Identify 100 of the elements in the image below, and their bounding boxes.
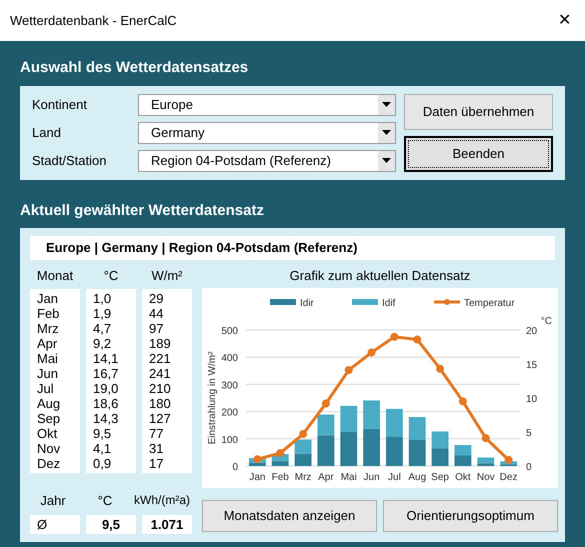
- window-title: Wetterdatenbank - EnerCalC: [10, 12, 177, 30]
- bar: [432, 431, 448, 448]
- dialog-button[interactable]: Orientierungsoptimum: [383, 500, 558, 532]
- summary-cell: 9,5: [86, 514, 136, 534]
- point: [504, 456, 513, 464]
- table-cell-text: 0,9: [93, 456, 112, 471]
- axis-tick-label: 5: [526, 428, 532, 439]
- bar: [386, 408, 403, 437]
- point: [322, 399, 330, 408]
- bar: [386, 436, 403, 466]
- axis-tick-label: Mrz: [294, 472, 312, 483]
- table-cell-text: 9,2: [93, 336, 112, 351]
- point: [253, 455, 262, 464]
- point: [482, 434, 490, 442]
- table-cell-text: Mrz: [37, 321, 60, 336]
- table-cell-text: Nov: [37, 441, 62, 456]
- column-header: W/m²: [150, 266, 184, 284]
- axis-tick-label: 20: [526, 326, 538, 337]
- bar: [454, 455, 472, 466]
- dialog-button[interactable]: Monatsdaten anzeigen: [202, 500, 377, 532]
- table-cell-text: Aug: [37, 396, 62, 411]
- axis-tick-label: 100: [221, 434, 238, 446]
- bar: [408, 417, 426, 440]
- table-cell-text: 16,7: [93, 366, 120, 381]
- dialog-button[interactable]: Beenden: [404, 136, 553, 172]
- bar: [363, 400, 380, 429]
- bar: [432, 448, 448, 466]
- table-cell-text: 77: [149, 426, 164, 441]
- column-header: °C: [96, 492, 114, 510]
- column-header: °C: [102, 266, 120, 284]
- table-cell-text: Apr: [37, 336, 58, 351]
- column-header: Monat: [36, 266, 74, 284]
- bar: [294, 454, 312, 466]
- axis-tick-label: Nov: [476, 472, 495, 483]
- legend-swatch: [352, 299, 378, 305]
- dropdown[interactable]: Europe: [138, 94, 396, 116]
- legend-label: Temperatur: [464, 298, 515, 309]
- table-cell-text: 31: [149, 441, 164, 456]
- section-title: Auswahl des Wetterdatensatzes: [20, 58, 250, 78]
- axis-tick-label: Aug: [408, 472, 426, 483]
- table-cell-text: Dez: [37, 456, 62, 471]
- table-cell-text: Feb: [37, 306, 60, 321]
- table-cell-text: 9,5: [93, 426, 112, 441]
- table-cell-text: 17: [149, 456, 164, 471]
- table-cell-text: 1,9: [93, 306, 112, 321]
- point: [299, 430, 308, 438]
- legend-label: Idir: [300, 298, 314, 309]
- axis-tick-label: Jul: [388, 472, 401, 483]
- point: [413, 336, 422, 344]
- axis-tick-label: Jan: [249, 472, 266, 483]
- dialog-button[interactable]: Daten übernehmen: [404, 94, 553, 130]
- point: [344, 366, 353, 374]
- axis-tick-label: 10: [526, 394, 538, 405]
- axis-tick-label: 500: [221, 326, 238, 337]
- bar: [454, 445, 472, 456]
- table-cell-text: Okt: [37, 426, 58, 441]
- table-cell-text: Jun: [37, 366, 59, 381]
- axis-tick-label: 0: [232, 462, 238, 473]
- column-header: kWh/(m²a): [134, 492, 191, 509]
- table-cell-text: 241: [149, 366, 172, 381]
- axis-tick-label: 300: [221, 380, 238, 392]
- table-cell-text: Sep: [37, 411, 62, 426]
- table-cell-text: 14,3: [93, 411, 120, 426]
- table-cell-text: 14,1: [93, 351, 120, 366]
- dataset-heading: Europe | Germany | Region 04-Potsdam (Referenz): [30, 236, 555, 260]
- table-cell-text: 180: [149, 396, 172, 411]
- field-label: Kontinent: [32, 96, 88, 114]
- summary-cell: Ø: [30, 514, 80, 534]
- dropdown[interactable]: Region 04-Potsdam (Referenz): [138, 150, 396, 172]
- table-cell-text: 97: [149, 321, 164, 336]
- axis-tick-label: Sep: [431, 472, 449, 483]
- table-cell-text: 221: [149, 351, 172, 366]
- point: [458, 397, 467, 406]
- table-cell-text: 127: [149, 411, 172, 426]
- table-cell-text: 19,0: [93, 381, 120, 396]
- bar: [294, 440, 312, 454]
- axis-tick-label: Dez: [500, 472, 518, 483]
- point: [276, 449, 284, 458]
- axis-tick-label: Apr: [318, 472, 334, 483]
- table-cell-text: 4,7: [93, 321, 112, 336]
- field-label: Stadt/Station: [32, 152, 108, 170]
- dropdown[interactable]: Germany: [138, 122, 396, 144]
- table-cell-text: 44: [149, 306, 164, 321]
- column-header: Jahr: [39, 492, 67, 510]
- legend-swatch: [270, 299, 296, 305]
- section-title: Aktuell gewählter Wetterdatensatz: [20, 200, 265, 220]
- table-cell-text: Mai: [37, 351, 59, 366]
- bar: [363, 428, 380, 466]
- table-cell-text: 4,1: [93, 441, 112, 456]
- bar: [408, 440, 426, 466]
- legend-label: Idif: [382, 298, 396, 309]
- bar: [340, 432, 358, 466]
- point: [390, 332, 398, 341]
- axis-tick-label: Okt: [455, 472, 471, 483]
- close-button[interactable]: ✕: [558, 8, 571, 32]
- axis-title: Einstrahlung in W/m²: [207, 352, 218, 444]
- table-cell-text: 1,0: [93, 291, 112, 306]
- table-cell-text: 29: [149, 291, 164, 306]
- table-cell-text: 18,6: [93, 396, 120, 411]
- axis-tick-label: 400: [221, 353, 238, 364]
